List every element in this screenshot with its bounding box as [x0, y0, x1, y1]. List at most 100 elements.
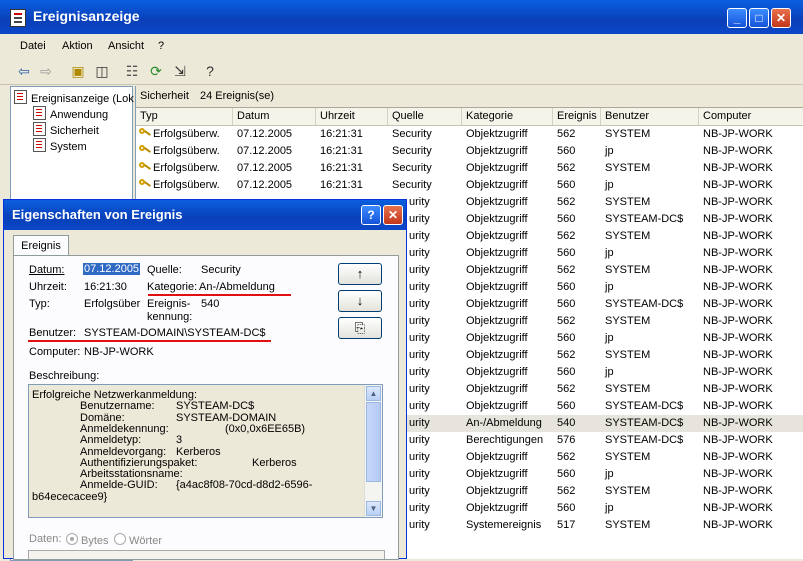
cell-kategorie: Systemereignis [466, 519, 542, 531]
description-box[interactable]: Erfolgreiche Netzwerkanmeldung: Benutzern… [28, 384, 383, 518]
cell-ereignis: 562 [557, 128, 576, 140]
description-scrollbar[interactable]: ▲ ▼ [364, 385, 382, 517]
copy-icon: ⎘ [354, 320, 366, 335]
col-datum[interactable]: Datum [233, 108, 316, 125]
radio-bytes[interactable]: Bytes [66, 533, 109, 547]
forward-icon[interactable]: ⇨ [36, 61, 56, 81]
dialog-help-button[interactable]: ? [361, 205, 381, 225]
dialog-title-bar[interactable]: Eigenschaften von Ereignis ? ✕ [4, 200, 406, 230]
description-value: {a4ac8f08-70cd-d8d2-6596- [176, 479, 313, 492]
refresh-icon[interactable]: ⟳ [146, 61, 166, 81]
cell-benutzer: jp [605, 366, 614, 378]
menu-help[interactable]: ? [158, 40, 164, 52]
cell-benutzer: jp [605, 145, 614, 157]
cell-computer: NB-JP-WORK [703, 434, 773, 446]
cell-quelle: urity [409, 315, 430, 327]
col-uhrzeit[interactable]: Uhrzeit [316, 108, 388, 125]
cell-computer: NB-JP-WORK [703, 213, 773, 225]
cell-benutzer: SYSTEM [605, 128, 651, 140]
col-typ[interactable]: Typ [136, 108, 233, 125]
cell-uhrzeit: 16:21:31 [320, 162, 363, 174]
cell-kategorie: Objektzugriff [466, 468, 528, 480]
tree-item-anwendung[interactable]: Anwendung [33, 106, 108, 121]
cell-computer: NB-JP-WORK [703, 281, 773, 293]
cell-quelle: urity [409, 366, 430, 378]
description-label: Domäne: [80, 411, 125, 424]
title-bar[interactable]: Ereignisanzeige _ □ ✕ [0, 0, 803, 34]
cell-ereignis: 560 [557, 298, 576, 310]
table-row[interactable]: Erfolgsüberw. 07.12.2005 16:21:31 Security O… [136, 160, 803, 177]
help-icon[interactable]: ? [200, 61, 220, 81]
cell-kategorie: Objektzugriff [466, 179, 528, 191]
cell-datum: 07.12.2005 [237, 179, 293, 191]
radio-woerter[interactable]: Wörter [114, 533, 162, 547]
value-datum[interactable]: 07.12.2005 [83, 263, 141, 275]
cell-quelle: urity [409, 468, 430, 480]
tree-item-system[interactable]: System [33, 138, 87, 153]
copy-button[interactable]: ⎘ [338, 317, 382, 339]
back-icon[interactable]: ⇦ [14, 61, 34, 81]
menu-datei[interactable]: Datei [20, 40, 46, 52]
cell-kategorie: Objektzugriff [466, 349, 528, 361]
tree-root[interactable]: Ereignisanzeige (Lok [14, 90, 134, 105]
description-value: (0x0,0x6EE65B) [225, 422, 306, 435]
col-computer[interactable]: Computer [699, 108, 803, 125]
radio-woerter-icon [114, 533, 126, 545]
cell-computer: NB-JP-WORK [703, 349, 773, 361]
close-button[interactable]: ✕ [771, 8, 791, 28]
cell-ereignis: 560 [557, 247, 576, 259]
table-row[interactable]: Erfolgsüberw. 07.12.2005 16:21:31 Security O… [136, 143, 803, 160]
label-kennung-1: Ereignis- [147, 298, 191, 310]
next-event-button[interactable]: ↓ [338, 290, 382, 312]
audit-success-key-icon [139, 128, 151, 138]
table-row[interactable]: Erfolgsüberw. 07.12.2005 16:21:31 Security O… [136, 177, 803, 194]
cell-ereignis: 560 [557, 179, 576, 191]
show-hide-tree-icon[interactable]: ◫ [92, 61, 112, 81]
highlight-underline-benutzer [28, 340, 271, 342]
label-beschreibung: Beschreibung: [29, 370, 100, 382]
cell-quelle: urity [409, 247, 430, 259]
cell-kategorie: Objektzugriff [466, 264, 528, 276]
dialog-close-button[interactable]: ✕ [383, 205, 403, 225]
export-icon[interactable]: ⇲ [170, 61, 190, 81]
up-folder-icon[interactable]: ▣ [68, 61, 88, 81]
cell-benutzer: SYSTEM [605, 162, 651, 174]
cell-typ: Erfolgsüberw. [139, 160, 220, 177]
cell-ereignis: 562 [557, 162, 576, 174]
cell-uhrzeit: 16:21:31 [320, 128, 363, 140]
cell-kategorie: Objektzugriff [466, 451, 528, 463]
previous-event-button[interactable]: ↑ [338, 263, 382, 285]
description-value: SYSTEAM-DC$ [176, 400, 255, 413]
label-kennung-2: kennung: [147, 311, 193, 323]
audit-success-key-icon [139, 145, 151, 155]
menu-aktion[interactable]: Aktion [62, 40, 93, 52]
cell-computer: NB-JP-WORK [703, 298, 773, 310]
cell-kategorie: Objektzugriff [466, 162, 528, 174]
menu-bar: Datei Aktion Ansicht ? [0, 36, 803, 56]
cell-quelle: urity [409, 264, 430, 276]
scroll-thumb[interactable] [366, 402, 381, 482]
col-quelle[interactable]: Quelle [388, 108, 462, 125]
properties-icon[interactable]: ☷ [122, 61, 142, 81]
cell-quelle: urity [409, 332, 430, 344]
description-value: Kerberos [252, 456, 297, 469]
col-kategorie[interactable]: Kategorie [462, 108, 553, 125]
cell-kategorie: Objektzugriff [466, 502, 528, 514]
cell-benutzer: jp [605, 281, 614, 293]
tab-ereignis[interactable]: Ereignis [13, 235, 69, 256]
radio-bytes-icon [66, 533, 78, 545]
cell-benutzer: SYSTEM [605, 315, 651, 327]
minimize-button[interactable]: _ [727, 8, 747, 28]
col-benutzer[interactable]: Benutzer [601, 108, 699, 125]
scroll-down-icon[interactable]: ▼ [366, 501, 381, 516]
description-label: Authentifizierungspaket: [80, 456, 198, 469]
scroll-up-icon[interactable]: ▲ [366, 386, 381, 401]
col-ereignis[interactable]: Ereignis [553, 108, 601, 125]
cell-kategorie: Objektzugriff [466, 213, 528, 225]
tree-item-sicherheit[interactable]: Sicherheit [33, 122, 99, 137]
maximize-button[interactable]: □ [749, 8, 769, 28]
menu-ansicht[interactable]: Ansicht [108, 40, 144, 52]
cell-ereignis: 562 [557, 451, 576, 463]
pane-title: Sicherheit [140, 90, 189, 102]
table-row[interactable]: Erfolgsüberw. 07.12.2005 16:21:31 Security O… [136, 126, 803, 143]
